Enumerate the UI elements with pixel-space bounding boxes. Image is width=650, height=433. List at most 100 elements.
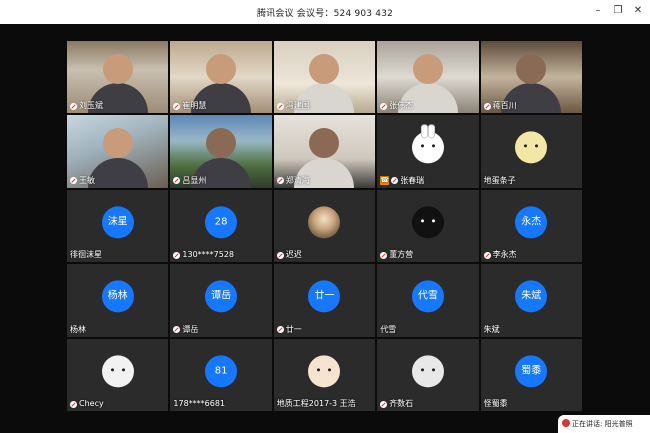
participant-tile[interactable]: 廿一 廿一	[273, 264, 376, 337]
participant-avatar: 杨林	[101, 280, 134, 313]
participant-video-face	[206, 54, 237, 85]
participant-name: 谭岳	[182, 324, 199, 334]
mic-muted-icon	[70, 102, 77, 110]
participant-name-label: 郑清海	[276, 175, 310, 186]
participant-name: 刘玉斌	[79, 101, 103, 111]
participant-name: 吕显州	[182, 175, 207, 185]
participant-name: 178****6681	[173, 399, 226, 408]
participant-name-label: 冯建国	[276, 101, 310, 111]
participant-name: 李永杰	[492, 250, 517, 260]
speaking-status-bar: 正在讲话: 阳光普照	[558, 415, 650, 433]
participant-avatar: 朱斌	[515, 280, 548, 313]
mic-muted-icon	[173, 102, 181, 110]
participant-tile[interactable]: 崔明慧	[170, 41, 272, 114]
participant-name-label: 齐数石	[380, 399, 413, 409]
participant-name-label: 130****7528	[173, 250, 234, 260]
participant-tile[interactable]: 28 130****7528	[170, 189, 272, 263]
participant-video-face	[309, 54, 340, 85]
mic-muted-icon	[483, 102, 491, 110]
mic-muted-icon	[70, 177, 77, 185]
participant-avatar-image	[101, 355, 134, 388]
participant-avatar-image	[411, 124, 444, 164]
participant-tile[interactable]: 冯建国	[273, 41, 376, 114]
participant-tile[interactable]: 地蛋条子	[480, 115, 582, 188]
participant-avatar-image	[411, 206, 444, 239]
participant-name-label: 178****6681	[173, 399, 225, 409]
close-icon[interactable]: ✕	[632, 4, 644, 18]
participant-name: 徘徊沫星	[70, 250, 102, 260]
participant-grid: 刘玉斌 崔明慧 冯建国 张伟杰 蒋百川 王敏 吕显州 郑清海 ☎ 张春瑞 地蛋条子 沫星 徘徊沫星 28 1…	[67, 41, 582, 411]
participant-name: 董方营	[389, 250, 414, 260]
participant-tile[interactable]: 杨林 杨林	[67, 264, 169, 337]
participant-name-label: 朱斌	[484, 325, 500, 335]
participant-video-face	[516, 54, 547, 85]
participant-tile[interactable]: 沫星徘徊沫星	[67, 189, 169, 263]
participant-name: 张春瑞	[400, 175, 425, 185]
participant-tile[interactable]: 朱斌 朱斌	[480, 264, 582, 337]
participant-tile[interactable]: 81 178****6681	[170, 338, 272, 411]
participant-video-face	[206, 128, 237, 159]
participant-name: 地质工程2017-3 王浩	[276, 399, 356, 408]
participant-avatar: 代雪	[411, 280, 444, 313]
mic-muted-icon	[276, 102, 284, 110]
participant-avatar: 廿一	[308, 280, 341, 313]
participant-tile[interactable]: 永杰 李永杰	[480, 189, 582, 263]
restore-icon[interactable]: ❐	[612, 4, 624, 18]
window-titlebar: 腾讯会议 会议号：524 903 432 – ❐ ✕	[0, 0, 650, 24]
participant-video-body	[87, 157, 148, 188]
participant-tile[interactable]: 王敏	[67, 115, 169, 188]
participant-name-label: 谭岳	[173, 325, 198, 335]
participant-avatar-image	[515, 131, 548, 164]
participant-name: 崔明慧	[182, 101, 207, 111]
participant-name: 地蛋条子	[483, 175, 516, 185]
participant-name-label: 刘玉斌	[70, 101, 103, 111]
participant-tile[interactable]: 董方营	[377, 189, 479, 263]
participant-name: 张伟杰	[389, 101, 414, 111]
participant-tile[interactable]: 迟迟	[273, 189, 376, 263]
participant-tile[interactable]: 刘玉斌	[67, 41, 169, 114]
window-controls: – ❐ ✕	[592, 4, 644, 18]
participant-tile[interactable]: 齐数石	[377, 338, 479, 411]
participant-video-face	[309, 128, 340, 159]
participant-name: 廿一	[285, 324, 302, 334]
participant-tile[interactable]: 谭岳 谭岳	[170, 264, 272, 337]
participant-name-label: 王敏	[70, 176, 95, 186]
mic-muted-icon	[391, 177, 399, 185]
mic-muted-icon	[380, 102, 388, 110]
participant-tile[interactable]: 代雪 代雪	[377, 264, 479, 337]
participant-name-label: 崔明慧	[173, 101, 206, 111]
participant-tile[interactable]: ☎ 张春瑞	[377, 115, 479, 188]
mic-muted-icon	[483, 251, 491, 259]
participant-name-label: 地质工程2017-3 王浩	[277, 399, 356, 409]
participant-tile[interactable]: 蒋百川	[480, 41, 582, 114]
participant-name: 齐数石	[389, 399, 414, 408]
participant-name-label: 徘徊沫星	[70, 250, 102, 260]
participant-avatar: 沫星	[101, 206, 134, 239]
participant-name: 郑清海	[285, 175, 310, 185]
participant-name: Checy	[79, 399, 104, 408]
participant-tile[interactable]: 张伟杰	[377, 41, 479, 114]
participant-name-label: 代雪	[380, 325, 396, 335]
participant-name: 杨林	[70, 324, 86, 334]
participant-avatar-image	[411, 355, 444, 388]
participant-name-label: 蒋百川	[483, 101, 517, 111]
participant-tile[interactable]: 郑清海	[273, 115, 376, 188]
participant-name: 代雪	[380, 324, 397, 334]
mic-muted-icon	[380, 400, 388, 408]
participant-name: 朱斌	[483, 324, 500, 334]
participant-name-label: ☎ 张春瑞	[380, 176, 424, 186]
participant-name: 迟迟	[285, 250, 302, 260]
mic-muted-icon	[276, 177, 284, 185]
mic-muted-icon	[173, 251, 181, 259]
participant-name: 冯建国	[285, 101, 310, 111]
participant-name-label: 董方营	[380, 250, 413, 260]
window-title: 腾讯会议 会议号：524 903 432	[256, 9, 394, 19]
mic-muted-icon	[380, 251, 388, 259]
mic-muted-icon	[276, 326, 284, 334]
participant-tile[interactable]: 地质工程2017-3 王浩	[273, 338, 376, 411]
participant-name-label: 廿一	[276, 324, 302, 335]
participant-tile[interactable]: 吕显州	[170, 115, 272, 188]
participant-tile[interactable]: Checy	[67, 338, 169, 411]
minimize-icon[interactable]: –	[592, 4, 604, 18]
participant-tile[interactable]: 蜀黍 怪蜀黍	[480, 338, 582, 411]
